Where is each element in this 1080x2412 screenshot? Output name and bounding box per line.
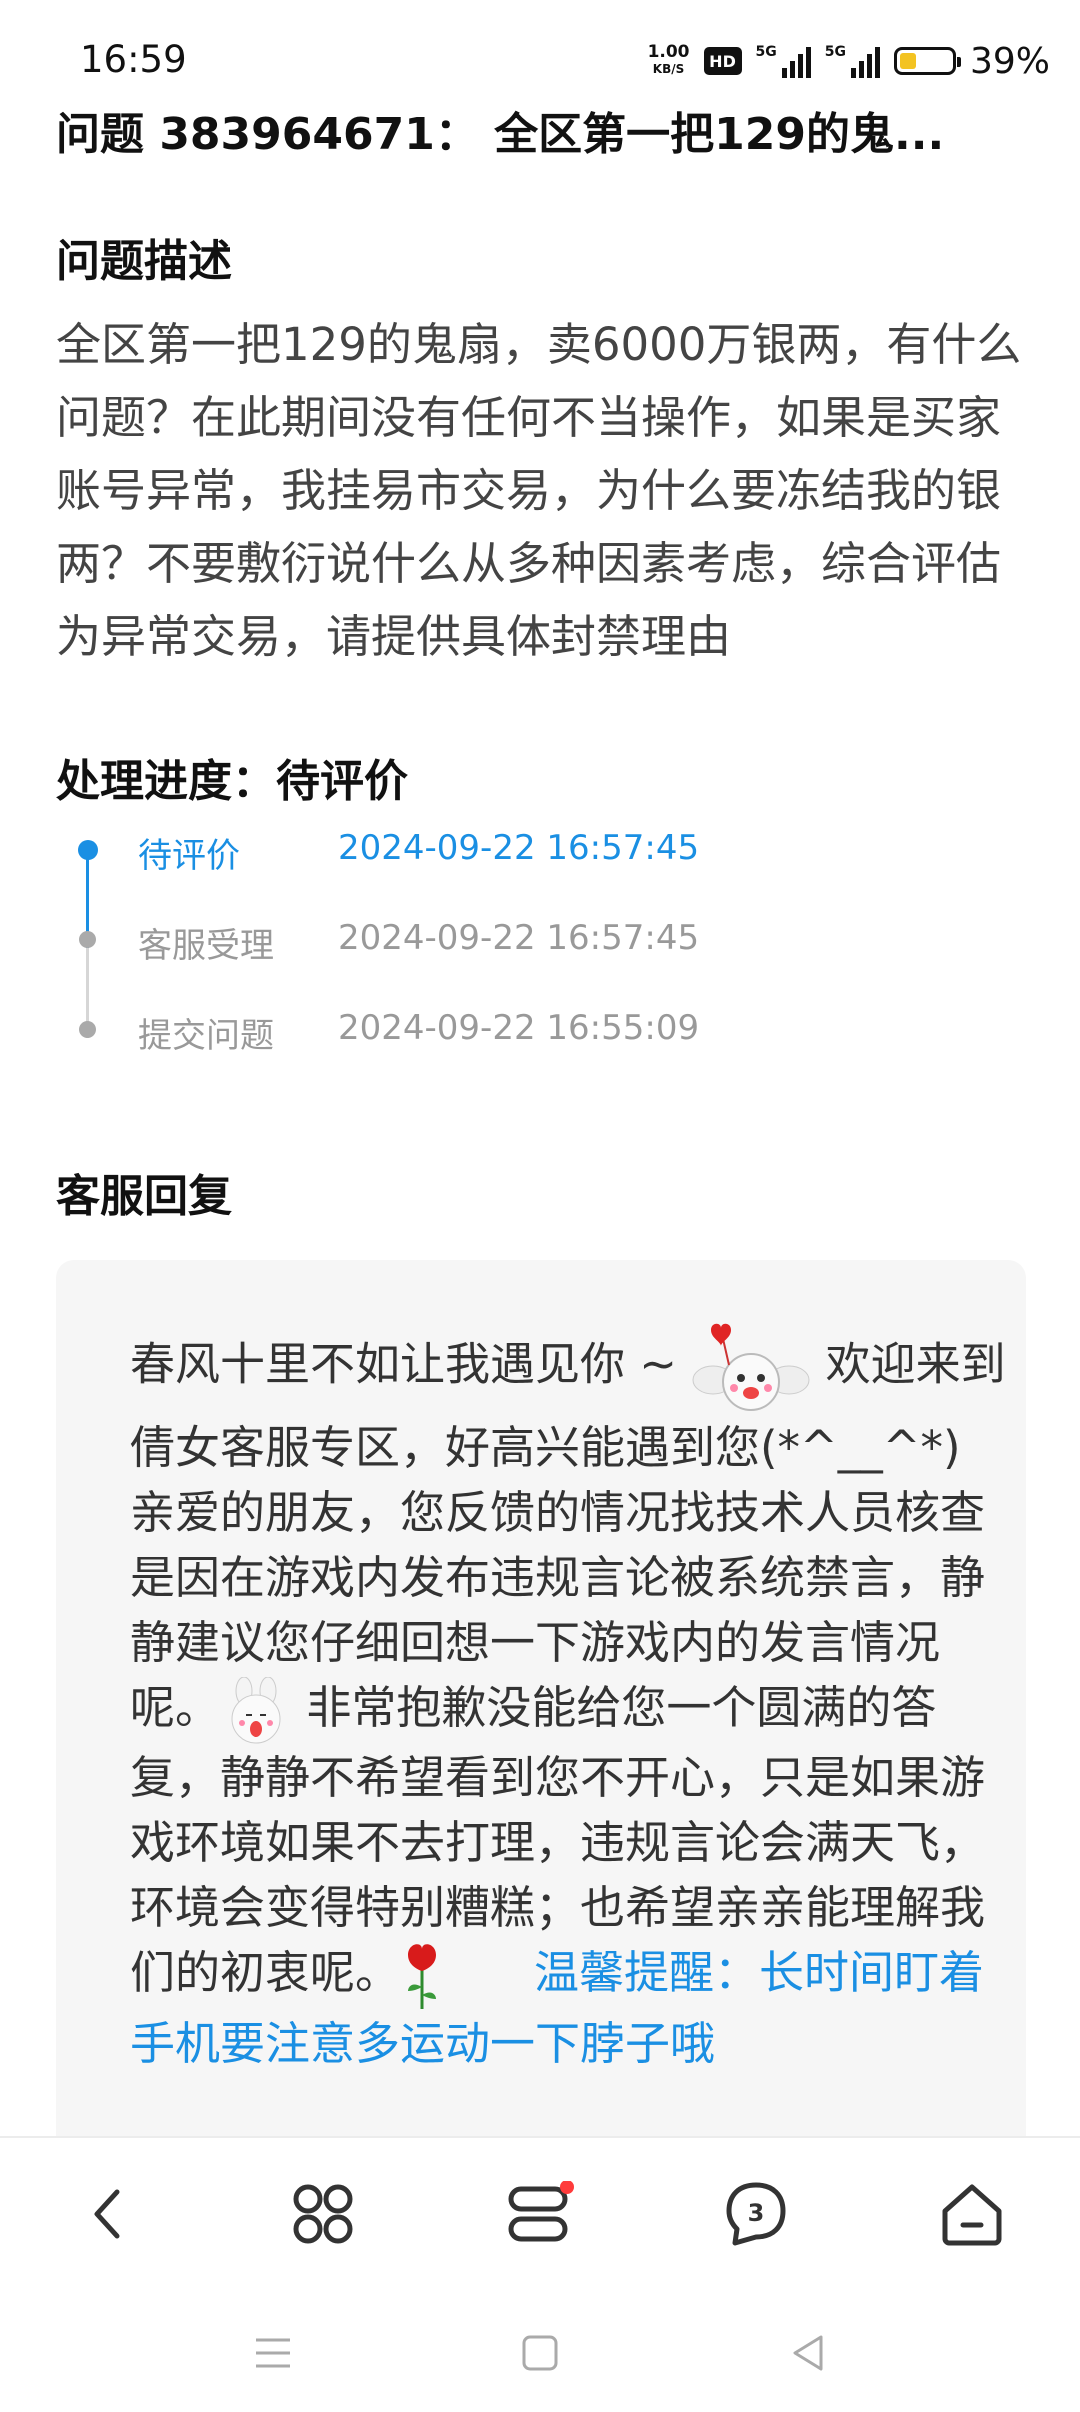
back-button[interactable] xyxy=(68,2174,148,2254)
stack-icon xyxy=(508,2181,574,2242)
page-title: 问题 383964671： 全区第一把129的鬼... xyxy=(56,109,945,160)
system-nav-bar xyxy=(0,2290,1080,2412)
battery-icon xyxy=(893,47,961,75)
description-text: 全区第一把129的鬼扇，卖6000万银两，有什么问题？在此期间没有任何不当操作，… xyxy=(56,318,1022,663)
network-speed-unit: KB/S xyxy=(652,62,685,76)
tasks-button[interactable] xyxy=(500,2174,580,2254)
timeline-dot-active xyxy=(78,840,98,860)
battery-fill xyxy=(899,53,916,69)
timeline-step: 待评价 2024-09-22 16:57:45 xyxy=(56,820,956,880)
home-button[interactable] xyxy=(932,2174,1012,2254)
chevron-left-icon xyxy=(94,2189,120,2239)
chat-bubble-icon: 3 xyxy=(726,2182,786,2246)
rose-emoji-icon xyxy=(400,1941,444,2011)
clover-icon xyxy=(293,2184,353,2244)
reply-card: 春风十里不如让我遇见你 ~ 欢迎来到倩女客服专区，好高兴能遇到您(*^__^*)… xyxy=(56,1260,1051,2160)
timeline-dot xyxy=(79,931,96,948)
angel-heart-emoji-icon xyxy=(691,1320,811,1415)
reply-part-1: 春风十里不如让我遇见你 ~ xyxy=(130,1337,692,1391)
reply-text: 春风十里不如让我遇见你 ~ 欢迎来到倩女客服专区，好高兴能遇到您(*^__^*)… xyxy=(130,1320,1051,2076)
description-heading: 问题描述 xyxy=(56,236,232,287)
step-time: 2024-09-22 16:57:45 xyxy=(338,828,700,868)
square-icon xyxy=(522,2335,558,2371)
crying-bunny-emoji-icon xyxy=(220,1676,292,1745)
reply-part-2: 欢迎来到倩女客服专区，好高兴能遇到您(*^__^*) 亲爱的朋友，您反馈的情况找… xyxy=(130,1337,1051,1735)
step-time: 2024-09-22 16:55:09 xyxy=(338,1008,700,1048)
timeline-step: 提交问题 2024-09-22 16:55:09 xyxy=(56,1000,956,1060)
system-home-button[interactable] xyxy=(515,2328,565,2378)
system-menu-button[interactable] xyxy=(248,2328,298,2378)
apps-button[interactable] xyxy=(283,2174,363,2254)
hd-voice-icon: HD xyxy=(703,47,742,75)
step-time: 2024-09-22 16:57:45 xyxy=(338,918,700,958)
step-label: 待评价 xyxy=(138,836,240,876)
signal-icon-sim1: 5G xyxy=(756,44,811,78)
battery-percent: 39% xyxy=(969,40,1050,82)
step-label: 提交问题 xyxy=(138,1016,274,1056)
messages-button[interactable]: 3 xyxy=(716,2174,796,2254)
home-icon xyxy=(942,2184,1002,2246)
status-time: 16:59 xyxy=(80,38,187,81)
timeline-step: 客服受理 2024-09-22 16:57:45 xyxy=(56,910,956,970)
network-speed: 1.00 KB/S xyxy=(648,44,690,78)
sim1-label: 5G xyxy=(755,44,777,60)
step-label: 客服受理 xyxy=(138,926,274,966)
message-count: 3 xyxy=(748,2199,765,2227)
status-icons: 1.00 KB/S HD 5G 5G 39% xyxy=(648,36,1050,86)
back-triangle-icon xyxy=(793,2335,823,2371)
bottom-nav: 3 xyxy=(0,2136,1080,2288)
signal-icon-sim2: 5G xyxy=(825,44,880,78)
system-back-button[interactable] xyxy=(783,2328,833,2378)
reply-heading: 客服回复 xyxy=(56,1171,232,1222)
sim2-label: 5G xyxy=(824,44,846,60)
progress-heading: 处理进度：待评价 xyxy=(56,756,408,807)
network-speed-value: 1.00 xyxy=(647,42,690,62)
menu-icon xyxy=(256,2338,290,2368)
timeline-dot xyxy=(79,1021,96,1038)
